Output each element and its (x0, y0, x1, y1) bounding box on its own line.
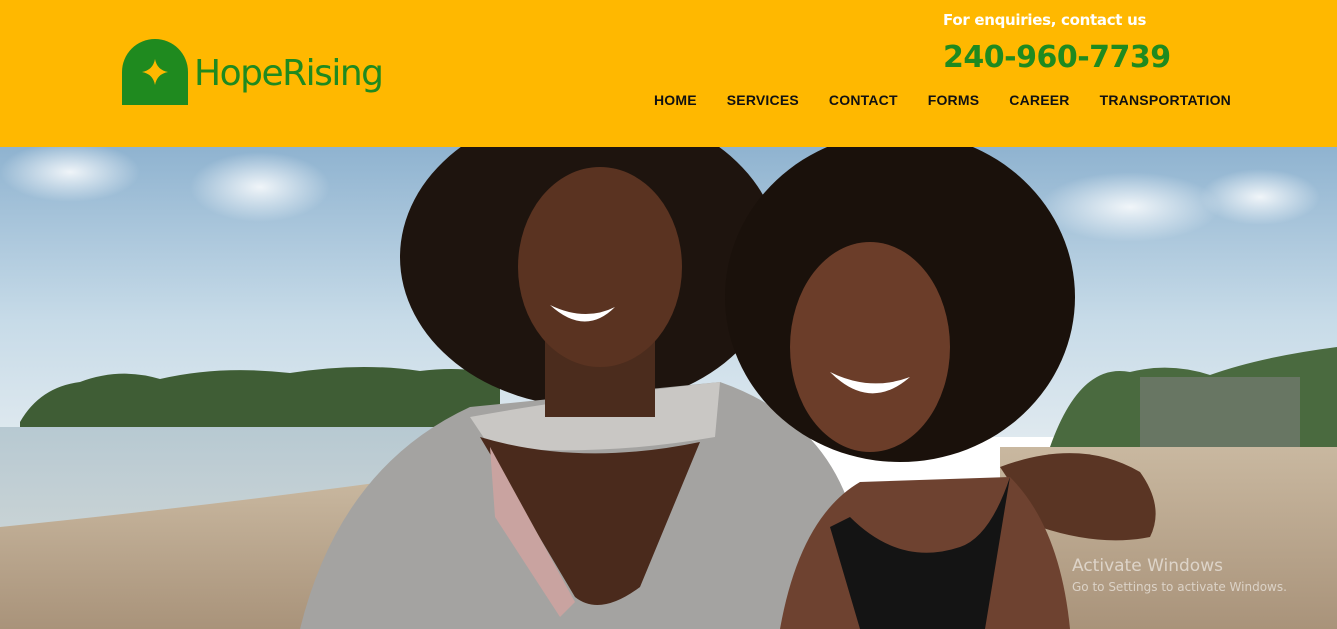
nav-services[interactable]: SERVICES (727, 92, 799, 108)
nav-transportation[interactable]: TRANSPORTATION (1100, 92, 1231, 108)
main-nav: HOME SERVICES CONTACT FORMS CAREER TRANS… (654, 92, 1231, 108)
nav-home[interactable]: HOME (654, 92, 697, 108)
windows-activation-watermark: Activate Windows Go to Settings to activ… (1072, 556, 1287, 594)
enquiry-label: For enquiries, contact us (943, 11, 1147, 29)
logo-link[interactable]: HopeRising (122, 38, 384, 106)
nav-forms[interactable]: FORMS (928, 92, 980, 108)
watermark-title: Activate Windows (1072, 556, 1223, 576)
nav-career[interactable]: CAREER (1009, 92, 1069, 108)
phone-link[interactable]: 240-960-7739 (943, 40, 1171, 75)
sparkle-logo-icon (122, 39, 188, 105)
brand-name: HopeRising (194, 53, 384, 94)
nav-contact[interactable]: CONTACT (829, 92, 898, 108)
site-header: HopeRising For enquiries, contact us 240… (0, 0, 1337, 147)
watermark-subtitle: Go to Settings to activate Windows. (1072, 580, 1287, 594)
